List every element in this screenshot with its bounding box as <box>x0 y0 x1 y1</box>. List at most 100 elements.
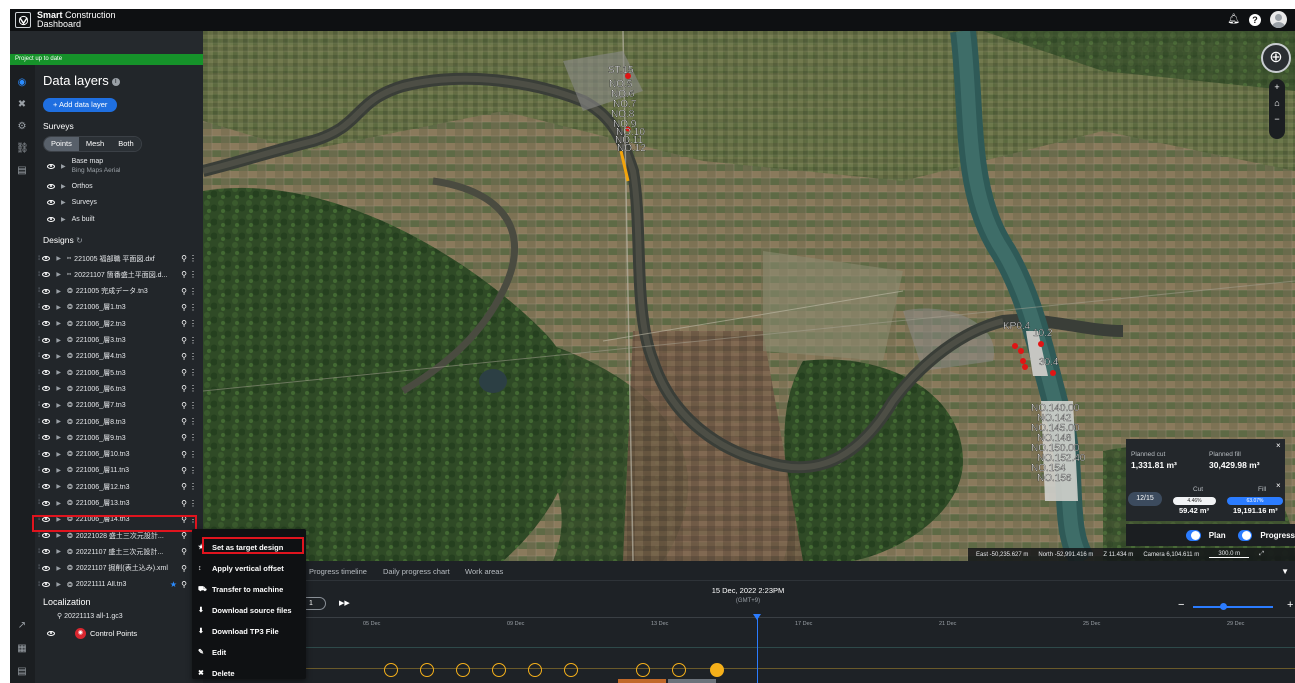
drag-handle-icon[interactable]: ⁞⁞ <box>38 533 41 539</box>
eye-icon[interactable] <box>42 467 51 473</box>
drag-handle-icon[interactable]: ⁞⁞ <box>38 467 41 473</box>
segment-both[interactable]: Both <box>111 137 141 151</box>
drag-handle-icon[interactable]: ⁞⁞ <box>38 321 41 327</box>
more-options-icon[interactable]: ⋮ <box>189 270 197 279</box>
drag-handle-icon[interactable]: ⁞⁞ <box>38 565 41 571</box>
drag-handle-icon[interactable]: ⁞⁞ <box>38 337 41 343</box>
more-options-icon[interactable]: ⋮ <box>189 466 197 475</box>
eye-icon[interactable] <box>42 500 51 506</box>
chevron-right-icon[interactable]: ▶ <box>56 434 61 441</box>
tab-progress-timeline[interactable]: Progress timeline <box>309 567 367 576</box>
segment-mesh[interactable]: Mesh <box>78 137 112 151</box>
eye-icon[interactable] <box>42 435 51 441</box>
search-icon[interactable]: ⚲ <box>181 319 187 328</box>
eye-icon[interactable] <box>47 216 55 222</box>
eye-icon[interactable] <box>42 370 51 376</box>
design-row[interactable]: ⁞⁞ ▶ ❂ 221006_層5.tn3 ⚲ ⋮ <box>38 365 203 380</box>
search-icon[interactable]: ⚲ <box>181 482 187 491</box>
cut-fill-pager[interactable]: 12/15 <box>1128 492 1162 506</box>
drag-handle-icon[interactable]: ⁞⁞ <box>38 353 41 359</box>
timeline-zoom-out[interactable]: − <box>1178 599 1184 611</box>
chevron-right-icon[interactable]: ▶ <box>61 163 66 170</box>
eye-icon[interactable] <box>42 484 51 490</box>
drag-handle-icon[interactable]: ⁞⁞ <box>38 370 41 376</box>
eye-icon[interactable] <box>42 565 51 571</box>
search-icon[interactable]: ⚲ <box>181 564 187 573</box>
more-options-icon[interactable]: ⋮ <box>189 499 197 508</box>
design-row[interactable]: ⁞⁞▶❂20221111 All.tn3★⚲⋮ <box>38 577 203 592</box>
more-options-icon[interactable]: ⋮ <box>189 319 197 328</box>
design-row[interactable]: ⁞⁞ ▶ ❂ 221006_層7.tn3 ⚲ ⋮ <box>38 398 203 413</box>
timeline-zoom-handle[interactable] <box>1220 603 1227 610</box>
design-row[interactable]: ⁞⁞▶❂20221107 掘削(表土込み).xml⚲⋮ <box>38 561 203 576</box>
eye-icon[interactable] <box>47 163 55 169</box>
zoom-out-button[interactable]: − <box>1274 114 1279 124</box>
eye-icon[interactable] <box>42 451 51 457</box>
chevron-right-icon[interactable]: ▶ <box>56 418 61 425</box>
milestone-marker[interactable] <box>672 663 686 677</box>
design-row[interactable]: ⁞⁞ ▶ ❂ 221006_層1.tn3 ⚲ ⋮ <box>38 300 203 315</box>
more-options-icon[interactable]: ⋮ <box>189 287 197 296</box>
more-options-icon[interactable]: ⋮ <box>189 336 197 345</box>
milestone-marker[interactable] <box>492 663 506 677</box>
fullscreen-icon[interactable]: ⤢ <box>1259 551 1264 558</box>
plan-toggle[interactable] <box>1186 529 1201 541</box>
design-row[interactable]: ⁞⁞ ▶ ❂ 221006_層2.tn3 ⚲ ⋮ <box>38 316 203 331</box>
milestone-marker[interactable] <box>564 663 578 677</box>
milestone-marker[interactable] <box>710 663 724 677</box>
drag-handle-icon[interactable]: ⁞⁞ <box>38 402 41 408</box>
control-points-row[interactable]: ◉ Control Points <box>47 628 137 639</box>
search-icon[interactable]: ⚲ <box>181 499 187 508</box>
design-row[interactable]: ⁞⁞ ▶ ❂ 221006_層13.tn3 ⚲ ⋮ <box>38 496 203 511</box>
drag-handle-icon[interactable]: ⁞⁞ <box>38 435 41 441</box>
tab-work-areas[interactable]: Work areas <box>465 567 503 576</box>
close-icon[interactable]: × <box>1276 441 1281 450</box>
chevron-down-icon[interactable]: ▼ <box>1281 567 1289 576</box>
eye-icon[interactable] <box>42 402 51 408</box>
info-icon[interactable]: i <box>111 78 120 86</box>
eye-icon[interactable] <box>42 419 51 424</box>
search-icon[interactable]: ⚲ <box>181 287 187 296</box>
fast-forward-icon[interactable]: ▶▶ <box>339 599 350 607</box>
timeline-zoom-in[interactable]: + <box>1287 599 1293 611</box>
more-options-icon[interactable]: ⋮ <box>189 254 197 263</box>
chevron-right-icon[interactable]: ▶ <box>56 402 61 409</box>
milestone-marker[interactable] <box>636 663 650 677</box>
layer-orthos[interactable]: ▶ Orthos <box>47 179 93 193</box>
search-icon[interactable]: ⚲ <box>181 368 187 377</box>
design-row[interactable]: ⁞⁞ ▶ ❂ 221006_層10.tn3 ⚲ ⋮ <box>38 447 203 462</box>
more-options-icon[interactable]: ⋮ <box>189 368 197 377</box>
design-row[interactable]: ⁞⁞ ▶ ❂ 221005 完成データ.tn3 ⚲ ⋮ <box>38 284 203 299</box>
avatar[interactable] <box>1270 11 1287 28</box>
chevron-right-icon[interactable]: ▶ <box>56 320 61 327</box>
search-icon[interactable]: ⚲ <box>181 254 187 263</box>
more-options-icon[interactable]: ⋮ <box>189 450 197 459</box>
folder-icon[interactable]: ▤ <box>16 165 28 177</box>
design-row[interactable]: ⁞⁞ ▶ ❂ 221006_層9.tn3 ⚲ ⋮ <box>38 430 203 445</box>
drag-handle-icon[interactable]: ⁞⁞ <box>38 288 41 294</box>
more-options-icon[interactable]: ⋮ <box>189 433 197 442</box>
bell-icon[interactable]: 🔔︎ <box>1227 14 1240 25</box>
chevron-right-icon[interactable]: ▶ <box>56 483 61 490</box>
eye-icon[interactable] <box>42 549 51 555</box>
design-row[interactable]: ⁞⁞ ▶ ⑅ 20221107 箇番盛土平面図.d... ⚲ ⋮ <box>38 267 203 282</box>
search-icon[interactable]: ⚲ <box>181 401 187 410</box>
chevron-right-icon[interactable]: ▶ <box>56 304 61 311</box>
search-icon[interactable]: ⚲ <box>181 531 187 540</box>
menu-item-apply-vertical-offset[interactable]: ↕ Apply vertical offset <box>192 558 306 578</box>
drag-handle-icon[interactable]: ⁞⁞ <box>38 484 41 490</box>
more-options-icon[interactable]: ⋮ <box>189 352 197 361</box>
chevron-right-icon[interactable]: ▶ <box>56 271 61 278</box>
eye-icon[interactable] <box>42 337 51 343</box>
more-options-icon[interactable]: ⋮ <box>189 401 197 410</box>
document-icon[interactable]: ▦ <box>16 643 28 655</box>
close-icon[interactable]: × <box>1276 481 1281 490</box>
milestone-marker[interactable] <box>456 663 470 677</box>
eye-icon[interactable] <box>42 353 51 359</box>
search-icon[interactable]: ⚲ <box>181 433 187 442</box>
eye-icon[interactable] <box>42 304 51 310</box>
progress-toggle[interactable] <box>1237 529 1253 541</box>
eye-icon[interactable] <box>47 183 55 189</box>
drag-handle-icon[interactable]: ⁞⁞ <box>38 272 41 278</box>
add-data-layer-button[interactable]: + Add data layer <box>43 98 118 112</box>
